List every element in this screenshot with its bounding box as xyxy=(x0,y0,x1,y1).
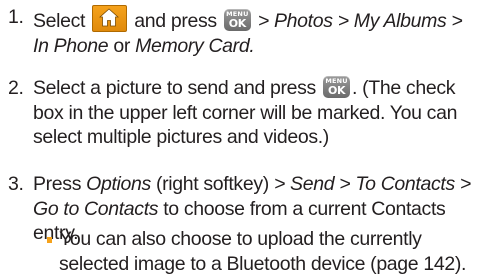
menu-path: > Photos > My Albums > xyxy=(257,10,463,32)
bullet-icon xyxy=(47,237,52,243)
menu-path: > Send > To Contacts > xyxy=(273,173,471,195)
step-1: 1. Select and press MENU OK > Photos > M… xyxy=(8,5,486,58)
step-2: 2. Select a picture to send and press ME… xyxy=(8,76,486,150)
step-text: Press xyxy=(33,173,87,195)
step-text: and press xyxy=(134,10,217,32)
menu-ok-icon: MENU OK xyxy=(223,9,251,31)
step-number: 1. xyxy=(8,6,24,28)
menu-path-in-phone: In Phone xyxy=(33,34,109,57)
step-text: or xyxy=(108,34,136,57)
bullet-note: You can also choose to upload the curren… xyxy=(47,227,487,276)
ok-key-label: OK xyxy=(228,17,247,30)
step-body: Select a picture to send and press MENU … xyxy=(33,76,486,150)
step-number: 3. xyxy=(8,173,24,195)
menu-path-memory-card: Memory Card. xyxy=(135,34,255,57)
ok-key-label: OK xyxy=(327,84,346,97)
menu-ok-icon: MENU OK xyxy=(323,76,351,98)
step-number: 2. xyxy=(8,77,24,99)
home-icon xyxy=(92,5,128,32)
step-text: Select a picture to send and press xyxy=(33,77,316,99)
step-body: Select and press MENU OK > Photos > My A… xyxy=(33,5,486,58)
bullet-text: You can also choose to upload the curren… xyxy=(59,228,467,275)
step-text: Select xyxy=(33,10,86,32)
options-softkey-label: Options xyxy=(86,173,151,195)
step-text: (right softkey) xyxy=(150,173,274,195)
menu-path-go-to-contacts: Go to Contacts xyxy=(33,197,159,220)
